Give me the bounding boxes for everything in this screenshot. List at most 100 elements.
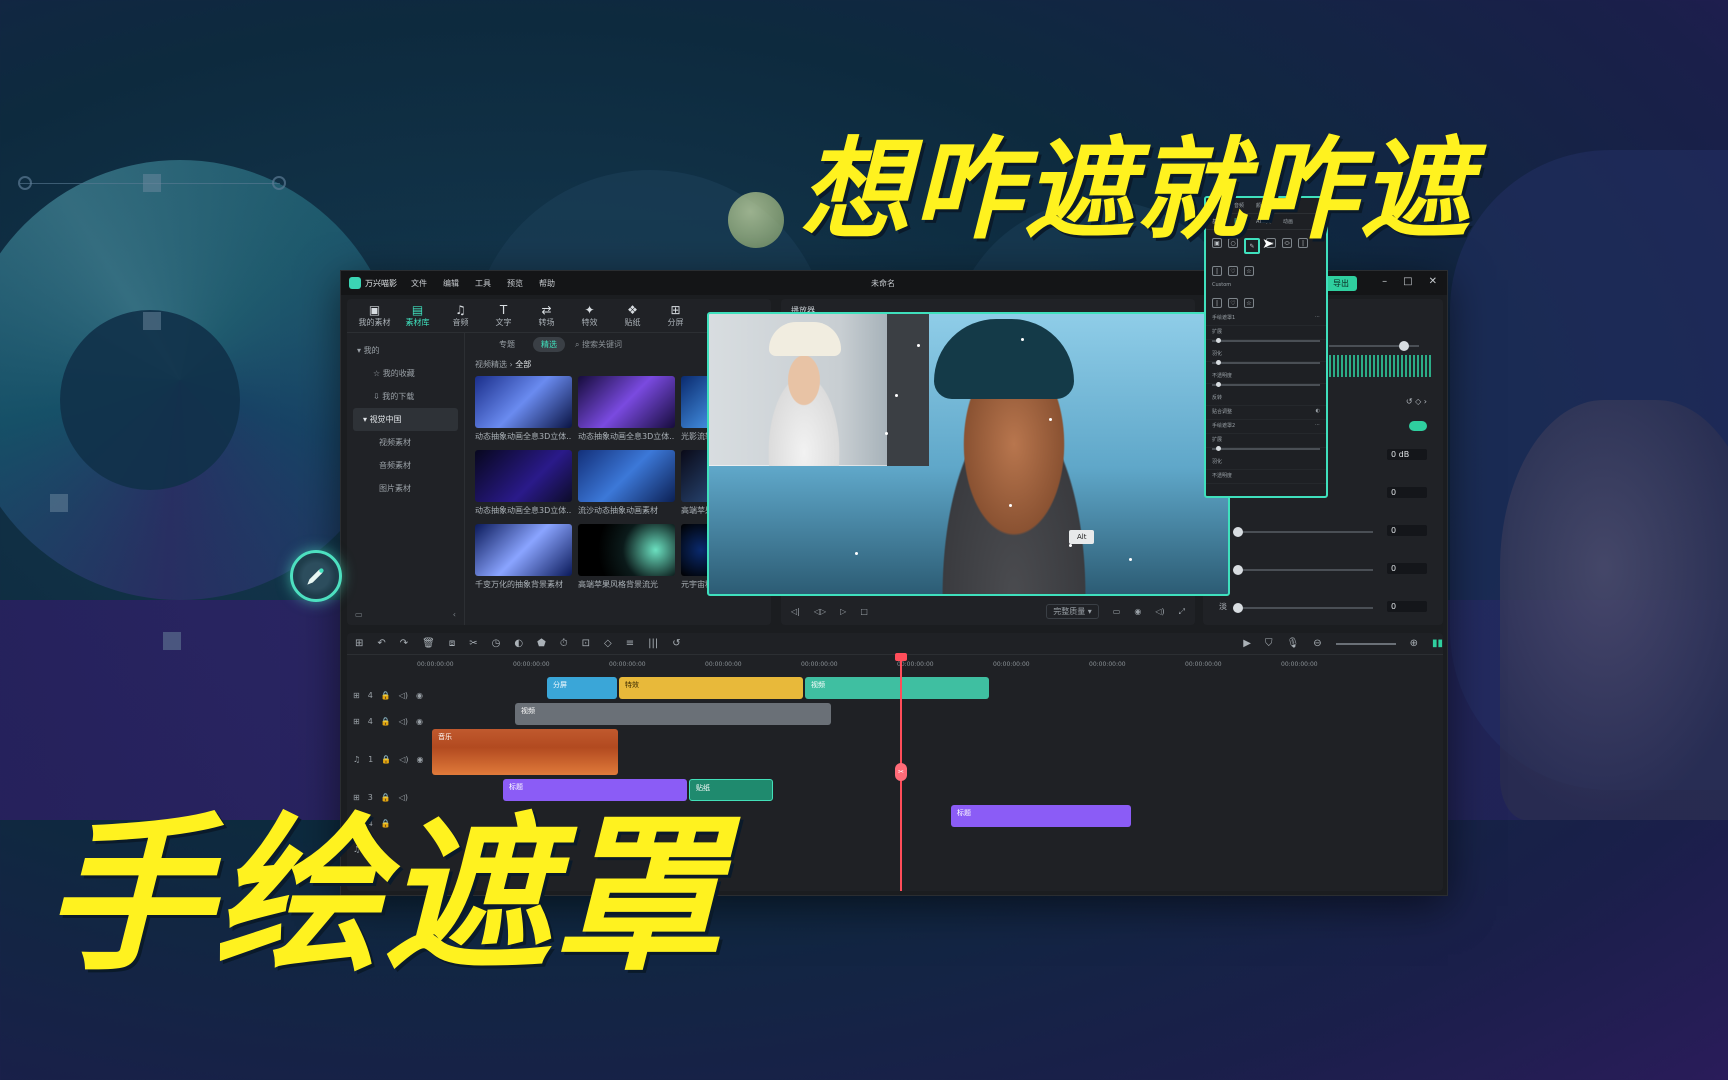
mini-toggle[interactable]: ◐ <box>1316 408 1320 417</box>
marker-icon[interactable]: ⛉ <box>1265 638 1273 649</box>
tab-library[interactable]: ▤ 素材库 <box>396 303 439 328</box>
undo-icon[interactable]: ↶ <box>377 638 385 649</box>
asset-card[interactable]: 千变万化的抽象背景素材 <box>475 524 572 594</box>
slider-knob[interactable] <box>1399 341 1409 351</box>
keyframe-icon[interactable]: ◇ <box>604 638 612 649</box>
mask-preview[interactable]: Alt <box>707 312 1230 596</box>
stop-icon[interactable]: □ <box>860 607 868 616</box>
mask-point[interactable] <box>1049 418 1052 421</box>
prop-slider[interactable] <box>1233 527 1373 537</box>
mask-slider[interactable] <box>1212 446 1320 451</box>
volume-slider[interactable] <box>1329 341 1419 351</box>
mask-row-actions[interactable]: ⋯ <box>1315 314 1320 323</box>
play-icon[interactable]: ▷ <box>840 607 846 616</box>
asset-card[interactable]: 流沙动态抽象动画素材 <box>578 450 675 520</box>
mask-layer-row[interactable]: 手绘遮罩1 ⋯ <box>1206 312 1326 326</box>
zoom-in-icon[interactable]: ⊕ <box>1410 638 1418 649</box>
slider-knob[interactable] <box>1216 338 1221 343</box>
mask-point[interactable] <box>1129 558 1132 561</box>
reset-icon[interactable]: ↺ ◇ › <box>1406 397 1427 406</box>
slider-knob[interactable] <box>1216 382 1221 387</box>
grid-icon[interactable]: ⊞ <box>355 638 363 649</box>
sidebar-header[interactable]: ▾ 我的 <box>347 339 464 362</box>
tab-stickers[interactable]: ❖ 贴纸 <box>611 303 654 328</box>
clip-video[interactable]: 视频 <box>805 677 989 699</box>
prop-value[interactable]: 0 <box>1387 525 1427 536</box>
adjust-icon[interactable]: ≡ <box>626 638 634 649</box>
zoom-out-icon[interactable]: ⊖ <box>1313 638 1321 649</box>
heart-mask-icon[interactable]: ♡ <box>1228 298 1238 308</box>
tab-split-screen[interactable]: ⊞ 分屏 <box>654 303 697 328</box>
tab-topics[interactable]: 专题 <box>491 337 523 352</box>
eye-icon[interactable]: ◉ <box>416 691 423 700</box>
search-input[interactable]: ⌕ 搜索关键词 <box>575 339 622 350</box>
tab-my-media[interactable]: ▣ 我的素材 <box>353 303 396 328</box>
menu-edit[interactable]: 编辑 <box>443 278 459 289</box>
tab-effects[interactable]: ✦ 特效 <box>568 303 611 328</box>
fullscreen-icon[interactable]: ⤢ <box>1179 607 1185 617</box>
speed-icon[interactable]: ◷ <box>492 638 501 649</box>
mask-slider[interactable] <box>1212 360 1320 365</box>
export-button[interactable]: 导出 <box>1325 276 1357 291</box>
tab-featured[interactable]: 精选 <box>533 336 565 352</box>
slider-knob[interactable] <box>1216 446 1221 451</box>
star-mask-icon[interactable]: ☆ <box>1244 266 1254 276</box>
mic-icon[interactable]: 🎙 <box>1287 638 1300 649</box>
clip-title[interactable]: 标题 <box>951 805 1131 827</box>
clip-split-screen[interactable]: 分屏 <box>547 677 617 699</box>
prev-frame-icon[interactable]: ◁| <box>791 607 800 616</box>
menu-file[interactable]: 文件 <box>411 278 427 289</box>
menu-tools[interactable]: 工具 <box>475 278 491 289</box>
track-add-icon[interactable]: ⊞ <box>353 717 360 726</box>
mask-layer-row[interactable]: 手绘遮罩2 ⋯ <box>1206 420 1326 434</box>
mask-point[interactable] <box>1021 338 1024 341</box>
prop-slider[interactable] <box>1233 603 1373 613</box>
sidebar-section-vcg[interactable]: ▾ 视觉中国 <box>353 408 458 431</box>
mask-point[interactable] <box>895 394 898 397</box>
tab-transition[interactable]: ⇄ 转场 <box>525 303 568 328</box>
clip-video[interactable]: 视频 <box>515 703 831 725</box>
mask-point[interactable] <box>855 552 858 555</box>
sidebar-item-audio[interactable]: 音频素材 <box>347 454 464 477</box>
timer-icon[interactable]: ⏱ <box>560 638 568 649</box>
eye-icon[interactable]: ◉ <box>416 717 423 726</box>
asset-card[interactable]: 高端苹果风格背景流光 <box>578 524 675 594</box>
mute-icon[interactable]: ◁) <box>399 691 408 700</box>
sidebar-item-downloads[interactable]: ⇩ 我的下载 <box>347 385 464 408</box>
slider-knob[interactable] <box>1233 565 1243 575</box>
fit-icon[interactable]: ⊡ <box>582 638 590 649</box>
track-add-icon[interactable]: ⊞ <box>353 691 360 700</box>
lock-icon[interactable]: 🔒 <box>381 717 391 726</box>
line-mask-icon[interactable]: | <box>1212 298 1222 308</box>
delete-icon[interactable]: 🗑 <box>422 638 435 649</box>
reverse-icon[interactable]: ↺ <box>672 638 680 649</box>
zoom-slider[interactable] <box>1335 642 1396 645</box>
mask-icon[interactable]: ⬟ <box>537 638 546 649</box>
clip-effect[interactable]: 特效 <box>619 677 803 699</box>
prop-value[interactable]: 0 <box>1387 601 1427 612</box>
property-toggle[interactable] <box>1409 421 1427 431</box>
audio-icon[interactable]: ||| <box>648 638 658 649</box>
star-mask-icon[interactable]: ☆ <box>1244 298 1254 308</box>
scissors-marker-icon[interactable]: ✂ <box>895 763 907 781</box>
sidebar-item-image[interactable]: 图片素材 <box>347 477 464 500</box>
mute-icon[interactable]: ◁) <box>399 717 408 726</box>
close-icon[interactable]: ✕ <box>1429 276 1437 287</box>
prop-value[interactable]: 0 dB <box>1387 449 1427 460</box>
mask-point[interactable] <box>1069 544 1072 547</box>
step-back-icon[interactable]: ◁▷ <box>814 607 826 616</box>
redo-icon[interactable]: ↷ <box>400 638 408 649</box>
collapse-icon[interactable]: ‹ <box>453 610 456 619</box>
playhead-handle[interactable] <box>895 653 907 661</box>
minimize-icon[interactable]: – <box>1382 276 1387 287</box>
menu-preview[interactable]: 预览 <box>507 278 523 289</box>
slider-knob[interactable] <box>1233 603 1243 613</box>
tab-audio[interactable]: ♫ 音频 <box>439 303 482 328</box>
new-folder-icon[interactable]: ▭ <box>355 610 363 619</box>
slider-knob[interactable] <box>1216 360 1221 365</box>
monitor-icon[interactable]: ▭ <box>1113 607 1121 616</box>
asset-card[interactable]: 动态抽象动画全息3D立体... <box>578 376 675 446</box>
sidebar-item-video[interactable]: 视频素材 <box>347 431 464 454</box>
mask-point[interactable] <box>885 432 888 435</box>
breadcrumb-parent[interactable]: 视频精选 <box>475 360 507 369</box>
